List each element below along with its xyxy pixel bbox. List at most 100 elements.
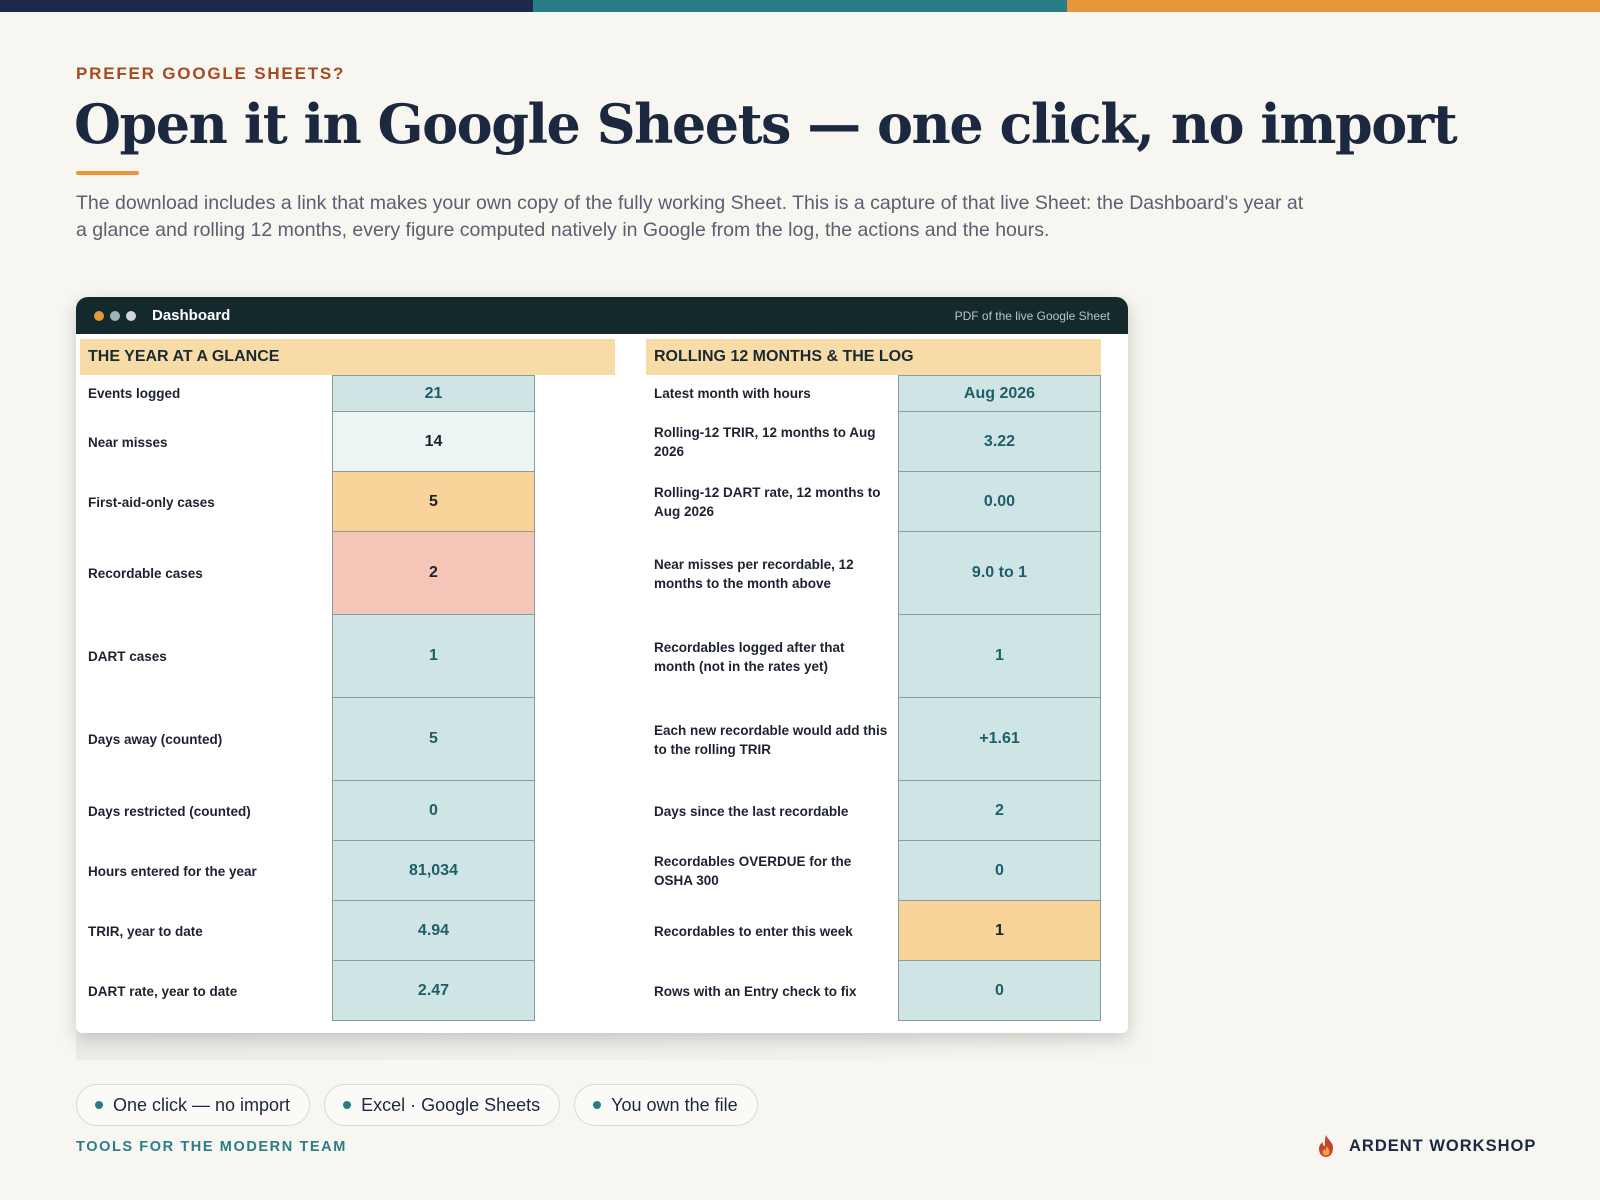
row-value: Aug 2026 — [898, 375, 1101, 412]
sheet-row: Near misses per recordable, 12 months to… — [646, 532, 1101, 615]
row-value: 2.47 — [332, 961, 535, 1021]
row-label: Recordables to enter this week — [654, 923, 853, 939]
row-label: TRIR, year to date — [88, 923, 203, 939]
panel-heading: THE YEAR AT A GLANCE — [80, 339, 615, 375]
row-label: First-aid-only cases — [88, 494, 215, 510]
row-spacer — [535, 901, 615, 961]
row-label: Hours entered for the year — [88, 863, 257, 879]
sheet-row: Rows with an Entry check to fix 0 — [646, 961, 1101, 1021]
chip-label: One click — no import — [113, 1094, 291, 1115]
row-label: Latest month with hours — [654, 386, 811, 401]
row-label: Near misses — [88, 434, 168, 450]
row-label: Recordables logged after that month (not… — [654, 639, 845, 674]
row-value: 21 — [332, 375, 535, 412]
row-spacer — [535, 961, 615, 1021]
row-label: Recordables OVERDUE for the OSHA 300 — [654, 854, 852, 888]
row-label: Days away (counted) — [88, 732, 223, 747]
row-label: Days since the last recordable — [654, 803, 849, 819]
row-value: 5 — [332, 698, 535, 781]
row-value: +1.61 — [898, 698, 1101, 781]
rolling-12-months-panel: ROLLING 12 MONTHS & THE LOG Latest month… — [646, 339, 1101, 1021]
sheet-row: Recordables logged after that month (not… — [646, 615, 1101, 698]
row-value: 1 — [898, 901, 1101, 961]
row-value: 3.22 — [898, 412, 1101, 472]
sheet-row: DART cases 1 — [80, 615, 615, 698]
flame-icon — [1319, 1135, 1333, 1157]
row-spacer — [535, 698, 615, 781]
feature-chip: Excel · Google Sheets — [324, 1084, 561, 1126]
row-spacer — [535, 375, 615, 412]
feature-chip: You own the file — [574, 1084, 758, 1126]
title-underline — [76, 171, 139, 175]
sheet-row: Rolling-12 TRIR, 12 months to Aug 2026 3.… — [646, 412, 1101, 472]
sheet-row: Events logged 21 — [80, 375, 615, 412]
row-value: 81,034 — [332, 841, 535, 901]
row-value: 5 — [332, 472, 535, 532]
row-label: Each new recordable would add this to th… — [654, 722, 888, 757]
row-value: 14 — [332, 412, 535, 472]
row-spacer — [535, 472, 615, 532]
top-color-bar — [0, 0, 1600, 12]
row-label: Rows with an Entry check to fix — [654, 983, 857, 999]
window-title-bar: Dashboard PDF of the live Google Sheet — [76, 297, 1128, 334]
eyebrow: PREFER GOOGLE SHEETS? — [76, 64, 346, 83]
row-spacer — [535, 615, 615, 698]
top-color-bar-segment — [0, 0, 534, 12]
window-note: PDF of the live Google Sheet — [954, 308, 1110, 323]
row-value: 1 — [332, 615, 535, 698]
sheet-row: DART rate, year to date 2.47 — [80, 961, 615, 1021]
feature-chip: One click — no import — [76, 1084, 311, 1126]
top-color-bar-segment — [1066, 0, 1600, 12]
tagline: TOOLS FOR THE MODERN TEAM — [76, 1139, 347, 1155]
row-label: Near misses per recordable, 12 months to… — [654, 556, 854, 591]
sheet-row: Recordable cases 2 — [80, 532, 615, 615]
window-dot-icon — [126, 310, 136, 321]
row-spacer — [535, 841, 615, 901]
feature-chips: One click — no import Excel · Google She… — [76, 1084, 758, 1126]
row-value: 4.94 — [332, 901, 535, 961]
sheet-row: Days restricted (counted) 0 — [80, 781, 615, 841]
top-color-bar-segment — [533, 0, 1067, 12]
bullet-dot-icon — [95, 1101, 103, 1109]
row-value: 9.0 to 1 — [898, 532, 1101, 615]
window-title: Dashboard — [152, 307, 231, 324]
row-label: Rolling-12 TRIR, 12 months to Aug 2026 — [654, 425, 876, 459]
sheet-row: Rolling-12 DART rate, 12 months to Aug 2… — [646, 472, 1101, 532]
sheet-row: Latest month with hours Aug 2026 — [646, 375, 1101, 412]
window-dot-icon — [94, 310, 104, 321]
sheet-row: Days since the last recordable 2 — [646, 781, 1101, 841]
sheet-row: First-aid-only cases 5 — [80, 472, 615, 532]
sheet-row: Recordables OVERDUE for the OSHA 300 0 — [646, 841, 1101, 901]
bullet-dot-icon — [593, 1101, 602, 1109]
sheet-window: Dashboard PDF of the live Google Sheet T… — [76, 297, 1128, 1033]
row-value: 2 — [898, 781, 1101, 841]
row-value: 0 — [898, 841, 1101, 901]
sheet-row: Days away (counted) 5 — [80, 698, 615, 781]
brand-name: ARDENT WORKSHOP — [1349, 1136, 1537, 1155]
sheet-row: Near misses 14 — [80, 412, 615, 472]
window-dot-icon — [110, 310, 120, 321]
brand: ARDENT WORKSHOP — [1315, 1134, 1536, 1158]
row-label: DART rate, year to date — [88, 983, 238, 999]
row-label: Events logged — [88, 386, 181, 401]
bullet-dot-icon — [343, 1101, 352, 1109]
sheet-row: Recordables to enter this week 1 — [646, 901, 1101, 961]
row-label: Recordable cases — [88, 566, 203, 581]
row-value: 0 — [332, 781, 535, 841]
page-title: Open it in Google Sheets — one click, no… — [74, 92, 1458, 156]
row-spacer — [535, 412, 615, 472]
sheet-row: Hours entered for the year 81,034 — [80, 841, 615, 901]
row-label: Rolling-12 DART rate, 12 months to Aug 2… — [654, 485, 881, 519]
chip-label: Excel · Google Sheets — [361, 1094, 541, 1115]
sheet-row: TRIR, year to date 4.94 — [80, 901, 615, 961]
sheet-row: Each new recordable would add this to th… — [646, 698, 1101, 781]
row-value: 1 — [898, 615, 1101, 698]
row-label: DART cases — [88, 649, 167, 664]
row-spacer — [535, 532, 615, 615]
panel-heading: ROLLING 12 MONTHS & THE LOG — [646, 339, 1101, 375]
year-at-a-glance-panel: THE YEAR AT A GLANCE Events logged 21 Near… — [80, 339, 615, 1021]
row-value: 0 — [898, 961, 1101, 1021]
chip-label: You own the file — [611, 1094, 738, 1115]
row-value: 0.00 — [898, 472, 1101, 532]
row-spacer — [535, 781, 615, 841]
